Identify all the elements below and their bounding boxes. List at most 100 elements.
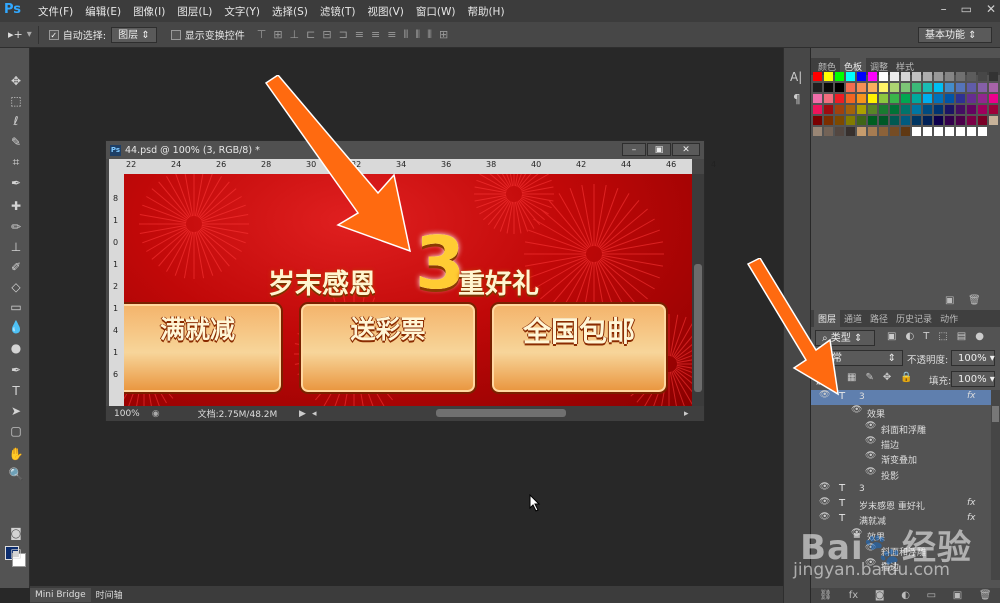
color-swatch[interactable] — [978, 83, 987, 92]
tab-timeline[interactable]: 时间轴 — [91, 586, 128, 603]
menu-item[interactable]: 文字(Y) — [218, 4, 266, 19]
color-swatch[interactable] — [912, 127, 921, 136]
auto-select-checkbox[interactable]: ✓ — [48, 29, 59, 40]
color-swatch[interactable] — [945, 127, 954, 136]
move-tool-icon[interactable]: ▸+ — [8, 28, 23, 41]
color-swatch[interactable] — [824, 105, 833, 114]
layer-row[interactable]: 👁 T 岁末感恩 重好礼 fx — [811, 497, 991, 512]
tab-mini-bridge[interactable]: Mini Bridge — [30, 587, 91, 602]
align-bottom-icon[interactable]: ⊥ — [290, 28, 300, 42]
chevron-down-icon[interactable]: ▾ — [27, 29, 32, 40]
visibility-eye-icon[interactable]: 👁 — [865, 467, 876, 477]
auto-select-dropdown[interactable]: 图层 ⇕ — [111, 26, 157, 43]
color-swatch[interactable] — [945, 72, 954, 81]
color-swatch[interactable] — [923, 72, 932, 81]
color-swatch[interactable] — [956, 105, 965, 114]
color-swatch[interactable] — [890, 105, 899, 114]
lock-position-icon[interactable]: ✥ — [883, 372, 891, 383]
color-swatch[interactable] — [945, 116, 954, 125]
color-swatch[interactable] — [978, 94, 987, 103]
clone-stamp-tool-icon[interactable]: ⊥ — [6, 238, 26, 256]
color-swatch[interactable] — [835, 127, 844, 136]
color-swatch[interactable] — [868, 72, 877, 81]
align-top-icon[interactable]: ⊤ — [257, 28, 267, 42]
color-swatch[interactable] — [945, 105, 954, 114]
color-swatch[interactable] — [934, 72, 943, 81]
color-swatch[interactable] — [912, 105, 921, 114]
visibility-eye-icon[interactable]: 👁 — [865, 451, 876, 461]
color-swatch[interactable] — [923, 83, 932, 92]
visibility-eye-icon[interactable]: 👁 — [865, 421, 876, 431]
color-swatch[interactable] — [857, 127, 866, 136]
color-swatch[interactable] — [989, 83, 998, 92]
layer-row[interactable]: 👁 投影 — [811, 467, 991, 482]
menu-item[interactable]: 滤镜(T) — [314, 4, 362, 19]
doc-restore-button[interactable]: ▣ — [647, 143, 671, 156]
workspace-dropdown[interactable]: 基本功能 ⇕ — [918, 26, 992, 43]
color-swatch[interactable] — [901, 116, 910, 125]
align-left-icon[interactable]: ⊏ — [306, 28, 315, 42]
color-swatch[interactable] — [824, 127, 833, 136]
color-swatch[interactable] — [901, 72, 910, 81]
ruler-origin[interactable] — [109, 159, 124, 174]
color-swatch[interactable] — [857, 83, 866, 92]
delete-layer-icon[interactable]: 🗑 — [979, 590, 992, 601]
color-swatch[interactable] — [857, 116, 866, 125]
color-swatch[interactable] — [857, 94, 866, 103]
type-filter-icon[interactable]: T — [923, 331, 929, 342]
color-swatch[interactable] — [934, 105, 943, 114]
link-icon[interactable]: ⛓ — [819, 590, 832, 601]
color-swatch[interactable] — [923, 105, 932, 114]
color-swatch[interactable] — [901, 105, 910, 114]
color-swatch[interactable] — [868, 94, 877, 103]
eyedropper-tool-icon[interactable]: ✒ — [6, 174, 26, 192]
color-swatch[interactable] — [934, 94, 943, 103]
color-swatch[interactable] — [890, 83, 899, 92]
menu-item[interactable]: 图像(I) — [127, 4, 171, 19]
color-swatch[interactable] — [967, 83, 976, 92]
menu-item[interactable]: 编辑(E) — [79, 4, 127, 19]
align-right-icon[interactable]: ⊐ — [339, 28, 348, 42]
type-tool-icon[interactable]: T — [6, 382, 26, 400]
dodge-tool-icon[interactable]: ● — [6, 339, 26, 357]
tab-channels[interactable]: 通道 — [840, 310, 866, 327]
doc-minimize-button[interactable]: – — [622, 143, 646, 156]
color-swatch[interactable] — [989, 72, 998, 81]
character-panel-icon[interactable]: A| — [790, 70, 802, 84]
color-swatch[interactable] — [956, 83, 965, 92]
visibility-eye-icon[interactable]: 👁 — [851, 405, 862, 415]
color-swatch[interactable] — [967, 72, 976, 81]
layer-row[interactable]: 👁 渐变叠加 — [811, 451, 991, 466]
zoom-tool-icon[interactable]: 🔍 — [6, 465, 26, 483]
quick-mask-icon[interactable]: ◙ — [6, 524, 26, 542]
color-swatch[interactable] — [890, 116, 899, 125]
color-swatch[interactable] — [945, 94, 954, 103]
color-swatch[interactable] — [923, 116, 932, 125]
adjustment-filter-icon[interactable]: ◐ — [905, 331, 914, 342]
fill-field[interactable]: 100% ▾ — [951, 371, 995, 387]
align-hcenter-icon[interactable]: ⊟ — [322, 28, 331, 42]
paragraph-panel-icon[interactable]: ¶ — [793, 92, 801, 106]
color-swatch[interactable] — [978, 127, 987, 136]
blur-tool-icon[interactable]: 💧 — [6, 318, 26, 336]
color-swatch[interactable] — [857, 105, 866, 114]
screen-mode-icon[interactable]: ▣ — [6, 544, 26, 562]
quick-select-tool-icon[interactable]: ✎ — [6, 133, 26, 151]
color-swatch[interactable] — [934, 127, 943, 136]
color-swatch[interactable] — [901, 94, 910, 103]
color-swatch[interactable] — [956, 94, 965, 103]
close-icon[interactable]: ✕ — [986, 2, 996, 16]
menu-item[interactable]: 视图(V) — [361, 4, 409, 19]
color-swatch[interactable] — [967, 94, 976, 103]
marquee-tool-icon[interactable]: ⬚ — [6, 92, 26, 110]
layers-scrollbar[interactable] — [991, 390, 1000, 580]
history-brush-tool-icon[interactable]: ✐ — [6, 258, 26, 276]
fx-icon[interactable]: fx — [849, 590, 858, 601]
color-swatch[interactable] — [978, 105, 987, 114]
gradient-tool-icon[interactable]: ▭ — [6, 298, 26, 316]
hand-tool-icon[interactable]: ✋ — [6, 445, 26, 463]
color-swatch[interactable] — [868, 127, 877, 136]
lasso-tool-icon[interactable]: ℓ — [6, 112, 26, 130]
color-swatch[interactable] — [890, 72, 899, 81]
menu-item[interactable]: 图层(L) — [171, 4, 218, 19]
